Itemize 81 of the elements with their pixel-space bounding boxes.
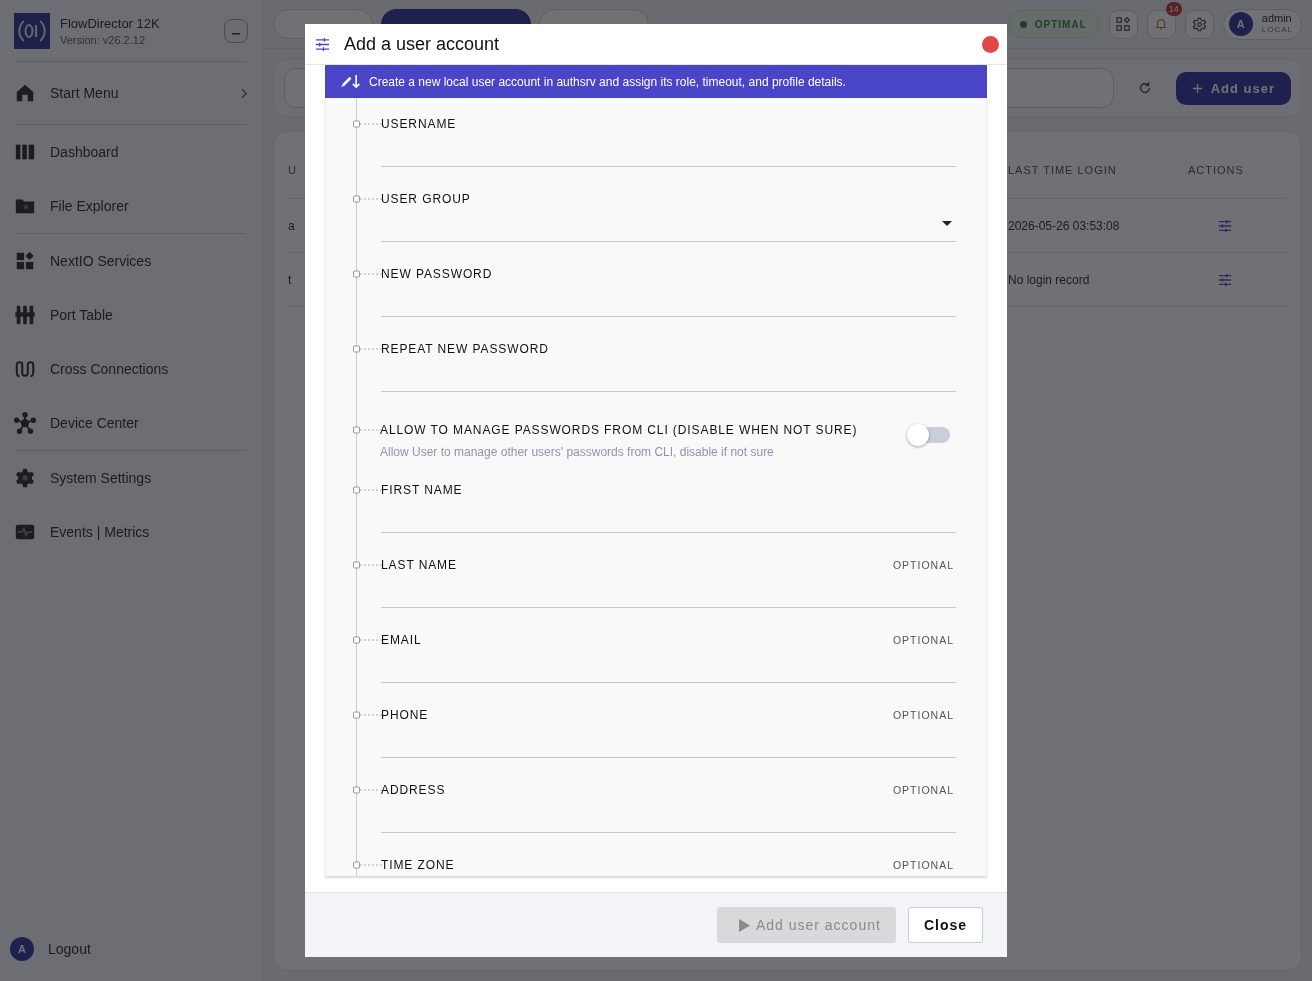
field-label: USERNAME [381,118,457,131]
connector-icon [353,786,383,794]
connector-icon [353,636,383,644]
logout-link[interactable]: Logout [48,941,91,957]
field-label: NEW PASSWORD [381,268,493,281]
app-title: FlowDirector 12K [60,16,161,31]
connector-icon [353,270,383,278]
table-cell-text: a [288,218,296,233]
optional-tag: OPTIONAL [892,709,954,722]
column-header: ACTIONS [1188,164,1244,176]
nav-item[interactable]: Start Menu [8,62,254,124]
sliders-icon [14,304,36,326]
field-label: PHONE [381,709,429,722]
settings-icon [14,467,36,489]
chevron-right-icon [241,87,248,99]
field-label: ALLOW TO MANAGE PASSWORDS FROM CLI (DISABLE WHEN NOT SURE) [380,424,858,437]
table-cell-text: t [288,272,293,287]
app-version: Version: v26.2.12 [60,34,146,46]
status-dot [1019,20,1027,28]
nav-item[interactable]: Device Center [8,396,254,450]
connector-icon [353,195,383,203]
column-header: U [288,164,298,176]
field-label: USER GROUP [381,193,471,206]
settings-icon [1191,16,1207,32]
field-label: LAST NAME [381,559,457,572]
plus-icon [1191,82,1203,94]
logo-icon [14,13,50,49]
nav-item[interactable]: NextIO Services [8,234,254,288]
nav-item[interactable]: System Settings [8,451,254,505]
pencil-arrow-icon [340,74,361,89]
field-label: ADDRESS [381,784,446,797]
widgets-icon [14,250,36,272]
avatar[interactable]: A [10,937,34,961]
user-name: admin [1261,12,1293,24]
minimize-icon [232,32,240,35]
dropdown-caret-icon [942,220,952,227]
refresh-icon[interactable] [1137,81,1152,95]
field-label: REPEAT NEW PASSWORD [381,343,549,356]
column-header: LAST TIME LOGIN [1008,164,1118,176]
nav-item[interactable]: Dashboard [8,125,254,179]
collapse-button[interactable] [224,19,248,43]
connector-icon [353,486,383,494]
connector-icon [353,861,383,869]
nav-item[interactable]: File Explorer [8,179,254,233]
avatar: A [1228,12,1253,36]
optional-tag: OPTIONAL [892,784,954,797]
close-button[interactable]: Close [907,907,983,943]
toggle-switch[interactable] [910,427,950,443]
bell-icon [1154,17,1169,31]
nav-item[interactable]: Port Table [8,288,254,342]
connector-icon [353,345,383,353]
field-description: Allow User to manage other users' passwords from CLI, disable if not sure [380,445,775,459]
info-banner: Create a new local user account in authsrv and assign its role, timeout, and profile details. [325,65,987,98]
home-icon [14,82,36,104]
connector-icon [353,711,383,719]
field-label: FIRST NAME [381,484,463,497]
table-cell-text: 2026-05-26 03:53:08 [1008,218,1121,233]
status-label: OPTIMAL [1034,18,1087,30]
field-label: EMAIL [381,634,422,647]
connector-icon [353,120,383,128]
field-label: TIME ZONE [381,859,455,872]
table-cell-text: No login record [1008,272,1091,287]
apps-button[interactable] [1108,9,1138,39]
settings-button[interactable] [1184,9,1214,39]
add-user-button[interactable]: Add user [1175,71,1291,105]
play-icon [738,918,750,932]
tune-icon [315,36,330,52]
tune-icon[interactable] [1218,218,1232,233]
hub-icon [14,412,36,434]
close-dot-button[interactable] [982,35,999,53]
optional-tag: OPTIONAL [892,859,954,872]
notification-count: 14 [1165,1,1182,16]
optional-tag: OPTIONAL [892,559,954,572]
tune-icon[interactable] [1218,272,1232,287]
nav-item[interactable]: Cross Connections [8,342,254,396]
apps-icon [1116,17,1131,31]
dialog-title: Add a user account [344,33,501,55]
optional-tag: OPTIONAL [892,634,954,647]
cable-icon [14,358,36,380]
nav-item[interactable]: Events | Metrics [8,505,254,559]
connector-icon [353,561,383,569]
